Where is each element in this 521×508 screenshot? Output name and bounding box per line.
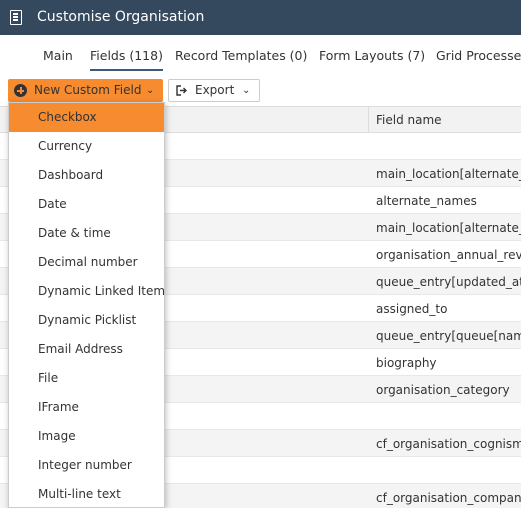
field-name-cell: alternate_names <box>376 194 477 208</box>
plus-circle-icon <box>14 84 27 97</box>
dropdown-option[interactable]: Date <box>9 190 164 219</box>
field-name-cell: queue_entry[queue[name <box>376 329 521 343</box>
dropdown-option[interactable]: Dashboard <box>9 161 164 190</box>
dropdown-option[interactable]: Integer number <box>9 451 164 480</box>
field-name-cell: cf_organisation_company_ <box>376 491 521 505</box>
column-header-field-name[interactable]: Field name <box>376 113 442 127</box>
chevron-down-icon: ⌄ <box>242 85 251 96</box>
dropdown-option[interactable]: IFrame <box>9 393 164 422</box>
field-type-dropdown: Checkbox Currency Dashboard Date Date & time… <box>8 102 165 508</box>
dropdown-option[interactable]: Email Address <box>9 335 164 364</box>
dropdown-option[interactable]: Date & time <box>9 219 164 248</box>
export-button[interactable]: Export ⌄ <box>168 79 260 102</box>
field-name-cell: queue_entry[updated_at] <box>376 275 521 289</box>
field-name-cell: organisation_category <box>376 383 510 397</box>
export-icon <box>176 85 187 96</box>
dropdown-option[interactable]: Decimal number <box>9 248 164 277</box>
title-bar: Customise Organisation <box>0 0 521 35</box>
dropdown-option[interactable]: Currency <box>9 132 164 161</box>
dropdown-option[interactable]: Dynamic Picklist <box>9 306 164 335</box>
tab-bar: Main Fields (118) Record Templates (0) F… <box>0 35 521 71</box>
window-title: Customise Organisation <box>37 9 205 25</box>
tab-fields[interactable]: Fields (118) <box>90 35 163 71</box>
dropdown-option[interactable]: Checkbox <box>9 103 164 132</box>
new-custom-field-label: New Custom Field <box>34 83 142 97</box>
field-name-cell: organisation_annual_reve <box>376 248 521 262</box>
tab-record-templates[interactable]: Record Templates (0) <box>175 35 307 71</box>
field-name-cell: main_location[alternate_te <box>376 221 521 235</box>
dropdown-option[interactable]: Image <box>9 422 164 451</box>
new-custom-field-button[interactable]: New Custom Field ⌄ <box>8 79 163 102</box>
field-name-cell: biography <box>376 356 437 370</box>
dropdown-option[interactable]: File <box>9 364 164 393</box>
tab-grid-processes[interactable]: Grid Processes <box>436 35 521 71</box>
tab-form-layouts[interactable]: Form Layouts (7) <box>319 35 425 71</box>
field-name-cell: assigned_to <box>376 302 448 316</box>
toolbar: New Custom Field ⌄ Export ⌄ <box>0 71 521 106</box>
app-icon <box>10 10 22 25</box>
field-name-cell: main_location[alternate_e <box>376 167 521 181</box>
field-name-cell: cf_organisation_cognism_i <box>376 437 521 451</box>
dropdown-option[interactable]: Dynamic Linked Item <box>9 277 164 306</box>
export-label: Export <box>195 83 235 97</box>
dropdown-option[interactable]: Multi-line text <box>9 480 164 507</box>
column-divider[interactable] <box>368 107 369 132</box>
tab-main[interactable]: Main <box>43 35 73 71</box>
chevron-down-icon: ⌄ <box>146 85 155 96</box>
